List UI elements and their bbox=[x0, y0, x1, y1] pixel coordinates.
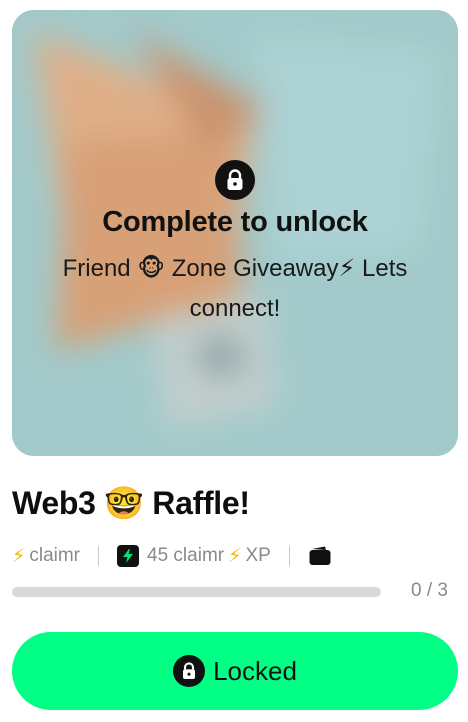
locked-overlay: Complete to unlock Friend 🐵 Zone Giveawa… bbox=[12, 160, 458, 329]
locked-button-label: Locked bbox=[213, 655, 297, 686]
lock-icon bbox=[215, 160, 255, 200]
progress-count: 0 / 3 bbox=[411, 580, 448, 601]
lock-icon bbox=[173, 655, 206, 687]
quest-title: Web3 🤓 Raffle! bbox=[12, 485, 250, 521]
divider bbox=[98, 546, 100, 566]
quest-image: Complete to unlock Friend 🐵 Zone Giveawa… bbox=[12, 10, 458, 456]
xp-reward: 45 claimr bbox=[147, 545, 225, 566]
xp-bolt: ⚡ bbox=[228, 545, 242, 567]
quest-meta: ⚡ claimr 45 claimr ⚡ XP bbox=[12, 542, 332, 570]
bolt-icon: ⚡ bbox=[12, 545, 26, 567]
xp-unit: XP bbox=[245, 545, 271, 566]
locked-button[interactable]: Locked bbox=[12, 632, 458, 710]
wallet-icon bbox=[308, 546, 332, 566]
brand-name: claimr bbox=[29, 545, 81, 566]
bolt-badge-icon bbox=[117, 545, 140, 567]
divider bbox=[288, 546, 290, 566]
quest-description: Friend 🐵 Zone Giveaway⚡ Lets connect! bbox=[62, 255, 408, 322]
progress-bar bbox=[12, 587, 381, 597]
unlock-title: Complete to unlock bbox=[102, 206, 368, 238]
